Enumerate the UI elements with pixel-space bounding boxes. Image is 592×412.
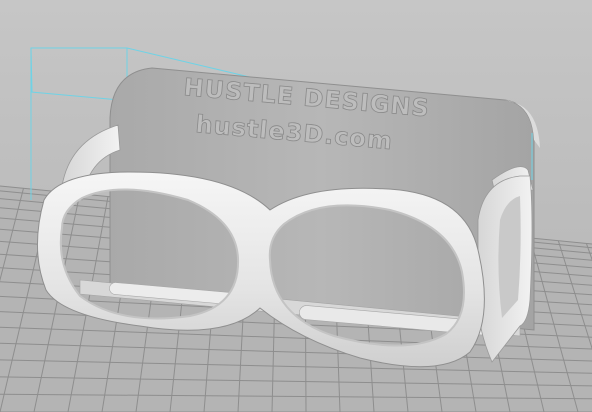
scene-canvas[interactable]: HUSTLE DESIGNS hustle3D.com [0, 0, 592, 412]
3d-viewport[interactable]: HUSTLE DESIGNS hustle3D.com [0, 0, 592, 412]
